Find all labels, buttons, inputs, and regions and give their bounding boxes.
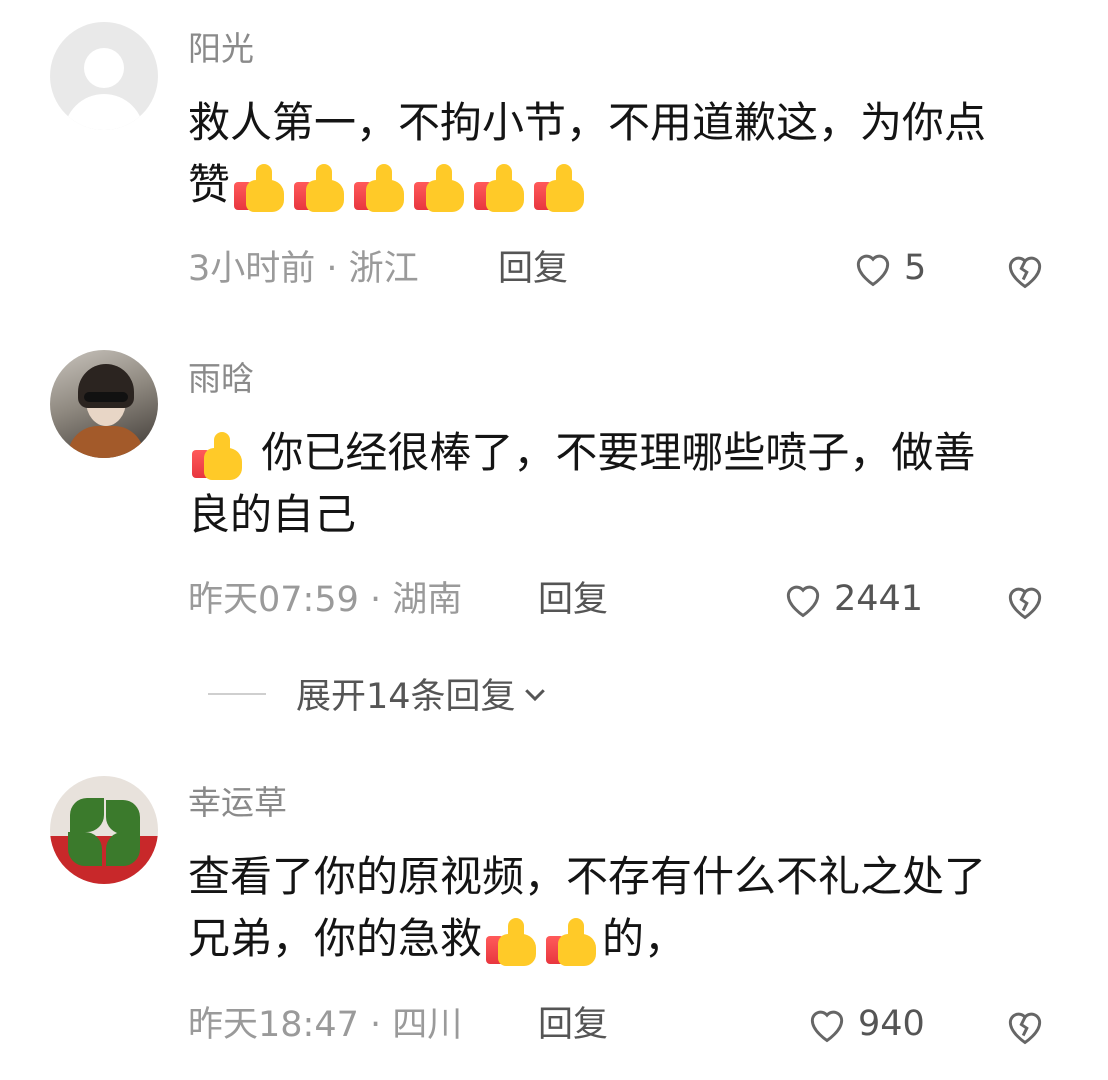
comment-time-location: 昨天18:47 · 四川 xyxy=(188,1005,463,1045)
comment-username[interactable]: 阳光 xyxy=(188,32,254,65)
comment-text-line: 赞 xyxy=(188,154,1068,216)
like-button[interactable]: 5 xyxy=(850,246,926,290)
expand-replies-label: 展开14条回复 xyxy=(296,677,516,717)
like-count: 2441 xyxy=(834,579,924,619)
heart-outline-icon xyxy=(810,1010,844,1043)
thumbs-up-emoji xyxy=(532,162,588,214)
comment-username[interactable]: 雨晗 xyxy=(188,362,254,395)
comment-time-location: 3小时前 · 浙江 xyxy=(188,249,419,289)
thumbs-up-emoji xyxy=(472,162,528,214)
thumbs-up-emoji xyxy=(292,162,348,214)
broken-heart-icon[interactable] xyxy=(1002,248,1048,292)
heart-outline-icon xyxy=(856,254,890,287)
comment-text-line: 兄弟，你的急救 的， xyxy=(188,908,1068,970)
like-button[interactable]: 2441 xyxy=(780,577,923,621)
thumbs-up-emoji xyxy=(232,162,288,214)
comment-text-line: 查看了你的原视频，不存有什么不礼之处了 xyxy=(188,852,987,901)
like-count: 5 xyxy=(904,248,927,288)
thumbs-up-emoji xyxy=(484,916,540,968)
thumbs-up-emoji xyxy=(190,430,246,482)
heart-outline-icon xyxy=(786,585,820,618)
comment-text: 查看了你的原视频，不存有什么不礼之处了 兄弟，你的急救 的， xyxy=(188,846,1068,970)
thumbs-up-emoji xyxy=(544,916,600,968)
broken-heart-icon[interactable] xyxy=(1002,579,1048,623)
comment-time-location: 昨天07:59 · 湖南 xyxy=(188,580,463,620)
reply-button[interactable]: 回复 xyxy=(498,252,568,287)
avatar[interactable] xyxy=(50,776,158,884)
chevron-down-icon xyxy=(524,688,545,701)
reply-button[interactable]: 回复 xyxy=(538,1008,608,1043)
like-button[interactable]: 940 xyxy=(804,1002,925,1046)
avatar[interactable] xyxy=(50,22,158,130)
comment-text: 你已经很棒了，不要理哪些喷子，做善 良的自己 xyxy=(188,422,1068,546)
comment-text-line: 救人第一，不拘小节，不用道歉这，为你点 xyxy=(188,98,987,147)
comment-text-line: 你已经很棒了，不要理哪些喷子，做善 xyxy=(188,422,1068,484)
divider xyxy=(208,692,266,695)
avatar[interactable] xyxy=(50,350,158,458)
comment-username[interactable]: 幸运草 xyxy=(188,786,287,819)
comment-text-line: 良的自己 xyxy=(188,490,357,539)
expand-replies-button[interactable]: 展开14条回复 xyxy=(208,668,550,719)
thumbs-up-emoji xyxy=(412,162,468,214)
reply-button[interactable]: 回复 xyxy=(538,583,608,618)
comment-text: 救人第一，不拘小节，不用道歉这，为你点 赞 xyxy=(188,92,1068,216)
thumbs-up-emoji xyxy=(352,162,408,214)
broken-heart-icon[interactable] xyxy=(1002,1004,1048,1048)
like-count: 940 xyxy=(858,1004,925,1044)
